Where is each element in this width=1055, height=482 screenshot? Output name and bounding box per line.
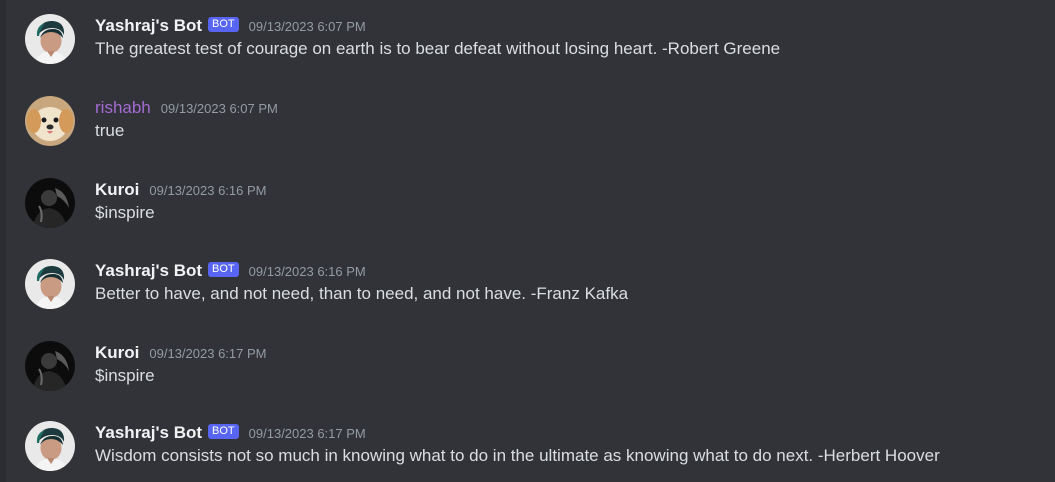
message-header: Kuroi 09/13/2023 6:16 PM [95, 178, 266, 202]
message-timestamp[interactable]: 09/13/2023 6:07 PM [249, 19, 366, 34]
message-item: rishabh 09/13/2023 6:07 PM true [0, 96, 1055, 158]
message-header: rishabh 09/13/2023 6:07 PM [95, 96, 278, 120]
author-username[interactable]: Yashraj's Bot [95, 423, 202, 443]
message-timestamp[interactable]: 09/13/2023 6:17 PM [249, 426, 366, 441]
bot-tag: BOT [208, 16, 239, 32]
message-content: $inspire [95, 366, 155, 385]
message-item: Kuroi 09/13/2023 6:16 PM $inspire [0, 178, 1055, 240]
message-content: Better to have, and not need, than to ne… [95, 284, 629, 303]
message-item: Kuroi 09/13/2023 6:17 PM $inspire [0, 341, 1055, 403]
rishabh-avatar[interactable] [25, 96, 75, 146]
message-header: Yashraj's Bot BOT 09/13/2023 6:17 PM [95, 421, 366, 445]
author-username[interactable]: Kuroi [95, 180, 139, 200]
kuroi-avatar[interactable] [25, 178, 75, 228]
message-item: Yashraj's Bot BOT 09/13/2023 6:16 PM Bet… [0, 259, 1055, 321]
author-username[interactable]: Yashraj's Bot [95, 261, 202, 281]
message-header: Yashraj's Bot BOT 09/13/2023 6:16 PM [95, 259, 366, 283]
author-username[interactable]: rishabh [95, 98, 151, 118]
message-timestamp[interactable]: 09/13/2023 6:07 PM [161, 101, 278, 116]
message-timestamp[interactable]: 09/13/2023 6:16 PM [249, 264, 366, 279]
message-content: Wisdom consists not so much in knowing w… [95, 446, 940, 465]
message-header: Kuroi 09/13/2023 6:17 PM [95, 341, 266, 365]
yashraj-bot-avatar[interactable] [25, 14, 75, 64]
yashraj-bot-avatar[interactable] [25, 259, 75, 309]
message-content: The greatest test of courage on earth is… [95, 39, 781, 58]
yashraj-bot-avatar[interactable] [25, 421, 75, 471]
bot-tag: BOT [208, 261, 239, 277]
author-username[interactable]: Yashraj's Bot [95, 16, 202, 36]
message-header: Yashraj's Bot BOT 09/13/2023 6:07 PM [95, 14, 366, 38]
author-username[interactable]: Kuroi [95, 343, 139, 363]
message-content: true [95, 121, 125, 140]
kuroi-avatar[interactable] [25, 341, 75, 391]
message-timestamp[interactable]: 09/13/2023 6:17 PM [149, 346, 266, 361]
message-content: $inspire [95, 203, 155, 222]
message-list: Yashraj's Bot BOT 09/13/2023 6:07 PM The… [0, 0, 1055, 482]
bot-tag: BOT [208, 423, 239, 439]
message-item: Yashraj's Bot BOT 09/13/2023 6:07 PM The… [0, 14, 1055, 76]
message-item: Yashraj's Bot BOT 09/13/2023 6:17 PM Wis… [0, 421, 1055, 482]
message-timestamp[interactable]: 09/13/2023 6:16 PM [149, 183, 266, 198]
